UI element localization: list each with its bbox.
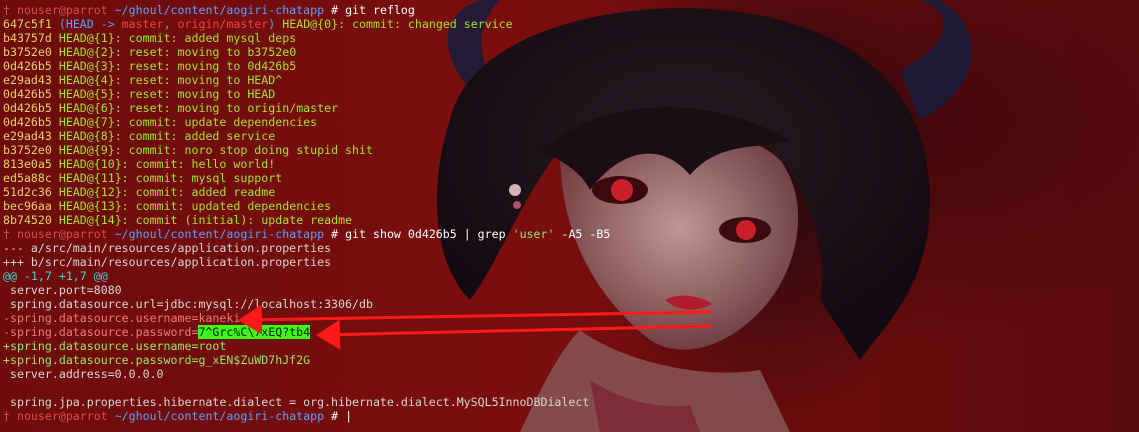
arrow-to-username xyxy=(238,304,713,335)
arrow-to-password xyxy=(316,319,713,350)
annotation-arrows xyxy=(238,304,713,350)
terminal-window[interactable]: † nouser@parrot ~/ghoul/content/aogiri-c… xyxy=(0,0,1139,432)
